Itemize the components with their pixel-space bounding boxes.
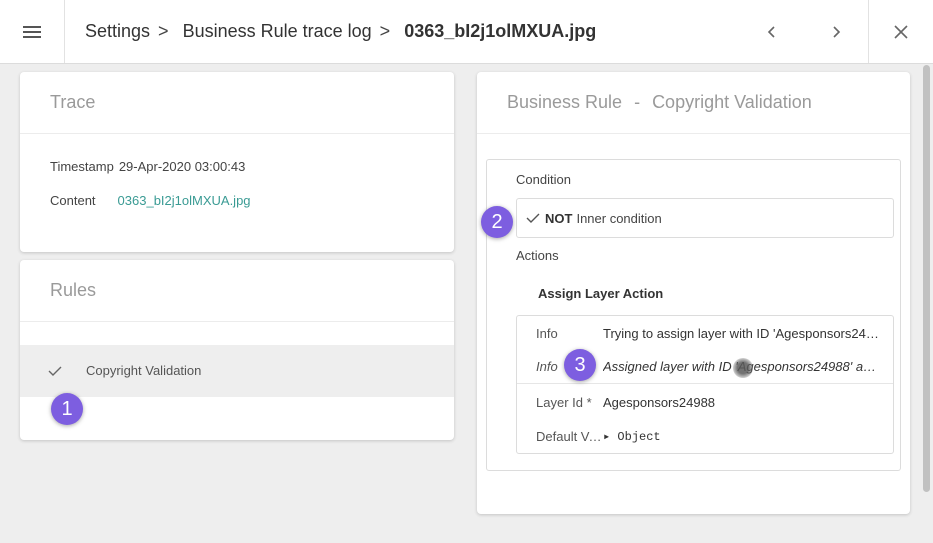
trace-card-title: Trace	[20, 72, 454, 134]
business-rule-title-name: Copyright Validation	[652, 92, 812, 112]
breadcrumb-settings[interactable]: Settings	[85, 21, 150, 42]
condition-keyword: NOT	[545, 210, 573, 226]
breadcrumb-separator: >	[379, 21, 391, 41]
top-bar: Settings > Business Rule trace log > 036…	[0, 0, 933, 64]
business-rule-title-prefix: Business Rule	[507, 92, 623, 112]
action-row-label: Layer Id *	[536, 394, 592, 410]
timestamp-value: 29-Apr-2020 03:00:43	[118, 159, 246, 174]
close-icon	[894, 24, 908, 39]
content-link[interactable]: 0363_bI2j1olMXUA.jpg	[118, 193, 251, 208]
rules-card-title: Rules	[20, 260, 454, 322]
business-rule-details: Condition NOT Inner condition Actions As…	[486, 159, 901, 471]
business-rule-card: Business Rule - Copyright Validation Con…	[477, 72, 910, 514]
rule-item-copyright-validation[interactable]: Copyright Validation	[20, 345, 454, 397]
layer-id-value: Agesponsors24988	[603, 394, 716, 410]
action-row-info-1: Info Trying to assign layer with ID 'Age…	[517, 316, 893, 350]
condition-text: Inner condition	[576, 210, 662, 226]
check-icon	[526, 213, 540, 223]
rules-card: Rules Copyright Validation	[20, 260, 454, 440]
annotation-badge-2: 2	[481, 206, 513, 238]
actions-label: Actions	[516, 248, 559, 263]
annotation-badge-3: 3	[564, 349, 596, 381]
page-title: 0363_bI2j1olMXUA.jpg	[404, 21, 597, 41]
rule-item-label: Copyright Validation	[86, 363, 202, 378]
menu-button[interactable]	[0, 0, 65, 63]
action-row-default-value[interactable]: Default Value ▸ Object	[517, 419, 893, 453]
timestamp-label: Timestamp	[50, 159, 114, 174]
chevron-left-icon	[767, 26, 775, 38]
close-button[interactable]	[868, 0, 933, 63]
next-button[interactable]	[821, 16, 851, 48]
content-label: Content	[50, 193, 96, 208]
action-row-label: Info	[536, 325, 558, 341]
chevron-right-icon	[833, 26, 841, 38]
breadcrumb-separator: >	[158, 21, 169, 41]
action-row-layer-id[interactable]: Layer Id * Agesponsors24988	[517, 385, 893, 419]
menu-icon	[23, 25, 41, 38]
business-rule-title: Business Rule - Copyright Validation	[477, 72, 910, 134]
breadcrumb: Settings > Business Rule trace log > 036…	[85, 0, 596, 63]
condition-box[interactable]: NOT Inner condition	[516, 198, 894, 238]
annotation-badge-1: 1	[51, 393, 83, 425]
check-icon	[48, 366, 62, 376]
previous-button[interactable]	[757, 16, 787, 48]
action-details: Info Trying to assign layer with ID 'Age…	[516, 315, 894, 454]
scrollbar[interactable]	[920, 64, 933, 543]
content-row: Content 0363_bI2j1olMXUA.jpg	[50, 193, 251, 208]
action-row-value: Trying to assign layer with ID 'Agespons…	[603, 325, 883, 341]
condition-label: Condition	[516, 172, 571, 187]
trace-card: Trace Timestamp 29-Apr-2020 03:00:43 Con…	[20, 72, 454, 252]
timestamp-row: Timestamp 29-Apr-2020 03:00:43	[50, 159, 245, 174]
default-value-object: ▸ Object	[603, 429, 661, 444]
action-title: Assign Layer Action	[538, 286, 664, 301]
breadcrumb-trace-log[interactable]: Business Rule trace log	[183, 21, 372, 42]
business-rule-title-dash: -	[634, 92, 641, 112]
action-row-label: Default Value	[536, 428, 603, 444]
scrollbar-thumb[interactable]	[923, 65, 930, 492]
mouse-cursor	[733, 358, 753, 378]
